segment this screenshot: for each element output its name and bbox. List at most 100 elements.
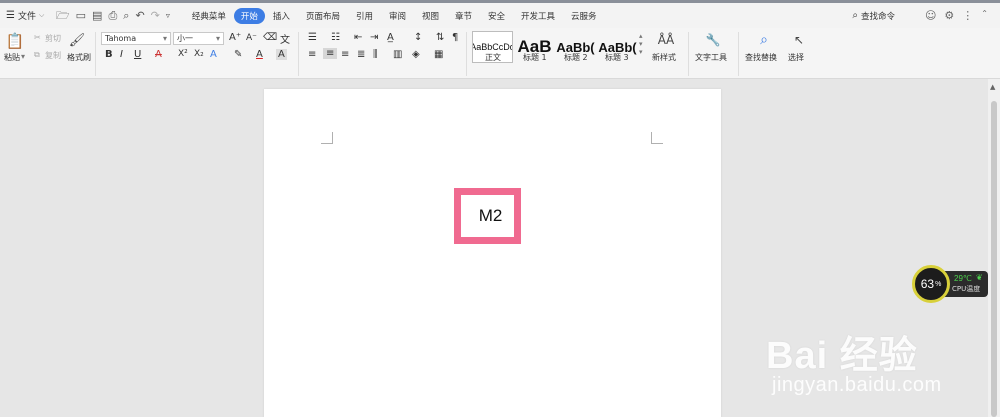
- align-right-icon[interactable]: ≡: [341, 49, 349, 60]
- distribute-icon[interactable]: ⫼: [373, 49, 378, 60]
- settings-gear-icon[interactable]: ⚙: [944, 9, 954, 22]
- scrollbar-thumb[interactable]: [991, 101, 997, 417]
- justify-icon[interactable]: ≣: [357, 49, 365, 60]
- new-style-icon[interactable]: ÅÅ: [656, 32, 676, 48]
- redo-icon[interactable]: ↷: [151, 10, 160, 21]
- tab-review[interactable]: 审阅: [381, 8, 414, 24]
- chevron-down-icon: ⌵: [38, 11, 45, 19]
- margin-mark-top-left: [321, 132, 333, 144]
- increase-indent-icon[interactable]: ⇥: [370, 32, 378, 43]
- tab-references[interactable]: 引用: [348, 8, 381, 24]
- file-menu[interactable]: ☰ 文件 ⌵: [0, 9, 52, 22]
- tab-page-layout[interactable]: 页面布局: [298, 8, 348, 24]
- leaf-icon: ❦: [976, 273, 983, 282]
- bold-icon[interactable]: B: [105, 49, 113, 60]
- cut-icon[interactable]: ✂: [34, 33, 41, 42]
- shrink-font-icon[interactable]: A⁻: [246, 33, 257, 43]
- clear-format-icon[interactable]: ⌫: [263, 32, 277, 43]
- copy-label[interactable]: 复制: [45, 50, 61, 61]
- tab-classic-menu[interactable]: 经典菜单: [184, 8, 234, 24]
- search-command-label: 查找命令: [860, 11, 895, 22]
- scroll-up-icon[interactable]: ▲: [990, 83, 995, 91]
- tab-view[interactable]: 视图: [414, 8, 447, 24]
- select-label[interactable]: 选择: [788, 52, 804, 63]
- document-text[interactable]: M2: [479, 206, 503, 226]
- menu-bar: ☰ 文件 ⌵ 🗁 ▭ ▤ ⎙ ⌕ ↶ ↷ ▿ 经典菜单 开始 插入 页面布局 引…: [0, 0, 1000, 28]
- style-normal-preview: AaBbCcDd: [472, 42, 513, 52]
- paste-label[interactable]: 粘贴: [4, 52, 20, 63]
- print-icon[interactable]: ⎙: [108, 10, 117, 21]
- print-preview-icon[interactable]: ⌕: [123, 10, 129, 21]
- save-icon[interactable]: ▭: [76, 10, 86, 21]
- collapse-ribbon-icon[interactable]: ⌃: [981, 9, 988, 22]
- undo-icon[interactable]: ↶: [135, 10, 144, 21]
- ribbon-home: 📋 粘贴 ▾ ✂ 剪切 ⧉ 复制 🖌 格式刷 Tahoma ▾ 小一 ▾ A⁺ …: [0, 28, 1000, 79]
- font-size-select[interactable]: 小一 ▾: [173, 32, 224, 45]
- search-command[interactable]: ⌕ 查找命令: [852, 10, 895, 22]
- open-folder-icon[interactable]: 🗁: [56, 10, 70, 21]
- tab-insert[interactable]: 插入: [265, 8, 298, 24]
- align-center-icon[interactable]: ≡: [323, 48, 338, 59]
- bullet-list-icon[interactable]: ☰: [308, 32, 317, 43]
- cut-label[interactable]: 剪切: [45, 33, 61, 44]
- format-painter-icon[interactable]: 🖌: [69, 32, 86, 48]
- char-shading-icon[interactable]: A: [276, 49, 287, 60]
- cpu-usage-ring: 63%: [912, 265, 950, 303]
- customize-icon[interactable]: ▿: [166, 10, 170, 21]
- skin-icon[interactable]: ☺: [925, 9, 936, 22]
- styles-scroll-icon[interactable]: ▴ ▾ ▾: [639, 32, 643, 56]
- underline-icon[interactable]: U: [134, 49, 141, 60]
- tab-home[interactable]: 开始: [233, 7, 265, 24]
- tab-developer[interactable]: 开发工具: [513, 8, 563, 24]
- margin-mark-top-right: [651, 132, 663, 144]
- phonetic-guide-icon[interactable]: 文: [280, 31, 290, 46]
- strikethrough-icon[interactable]: A: [155, 49, 162, 60]
- font-name-select[interactable]: Tahoma ▾: [101, 32, 171, 45]
- tab-cloud-service[interactable]: 云服务: [563, 8, 605, 24]
- style-normal-label: 正文: [485, 53, 501, 62]
- line-spacing-icon[interactable]: ↕: [414, 32, 422, 43]
- find-replace-icon[interactable]: ⌕: [755, 31, 773, 49]
- shading-icon[interactable]: ◈: [412, 49, 420, 60]
- export-pdf-icon[interactable]: ▤: [92, 10, 102, 21]
- italic-icon[interactable]: I: [120, 49, 123, 60]
- new-style-label[interactable]: 新样式: [652, 52, 676, 63]
- numbered-list-icon[interactable]: ☷: [331, 32, 340, 43]
- quick-access-toolbar: 🗁 ▭ ▤ ⎙ ⌕ ↶ ↷ ▿: [56, 10, 170, 21]
- cpu-monitor-widget[interactable]: 29℃ ❦ CPU温度 63%: [912, 265, 988, 303]
- borders-icon[interactable]: ▦: [434, 49, 443, 60]
- style-heading-1-label: 标题 1: [523, 53, 547, 62]
- grow-font-icon[interactable]: A⁺: [229, 32, 241, 43]
- align-left-icon[interactable]: ≡: [308, 49, 316, 60]
- paste-icon[interactable]: 📋: [6, 32, 25, 50]
- highlight-icon[interactable]: ✎: [234, 49, 242, 60]
- format-painter-label[interactable]: 格式刷: [67, 52, 91, 63]
- decrease-indent-icon[interactable]: ⇤: [354, 32, 362, 43]
- text-effect-icon[interactable]: A: [210, 49, 217, 60]
- chevron-down-icon: ▾: [162, 34, 167, 43]
- chevron-down-icon: ▾: [215, 34, 220, 43]
- font-color-icon[interactable]: A: [256, 49, 263, 60]
- cpu-temp-label: CPU温度: [952, 285, 981, 293]
- select-cursor-icon[interactable]: ↖: [791, 32, 807, 48]
- text-tools-label[interactable]: 文字工具: [695, 52, 727, 63]
- subscript-icon[interactable]: X₂: [194, 49, 204, 59]
- ribbon-tabs: 经典菜单 开始 插入 页面布局 引用 审阅 视图 章节 安全 开发工具 云服务: [184, 7, 605, 24]
- tab-security[interactable]: 安全: [480, 8, 513, 24]
- find-replace-label[interactable]: 查找替换: [745, 52, 777, 63]
- cpu-temp-value: 29℃: [954, 274, 972, 283]
- chinese-layout-icon[interactable]: A̲: [387, 32, 394, 43]
- watermark-url: jingyan.baidu.com: [772, 374, 942, 396]
- more-options-icon[interactable]: ⋮: [962, 9, 973, 22]
- superscript-icon[interactable]: X²: [178, 49, 188, 59]
- file-menu-label: 文件: [17, 12, 36, 22]
- text-tools-icon[interactable]: 🔧: [704, 32, 722, 48]
- document-page[interactable]: M2: [264, 89, 721, 417]
- show-marks-icon[interactable]: ¶: [452, 32, 458, 43]
- copy-icon[interactable]: ⧉: [34, 50, 40, 60]
- sort-icon[interactable]: ⇅: [436, 32, 444, 43]
- tab-chapter[interactable]: 章节: [447, 8, 480, 24]
- columns-icon[interactable]: ▥: [393, 49, 402, 60]
- paste-dropdown-icon[interactable]: ▾: [21, 52, 25, 61]
- font-name-value: Tahoma: [105, 34, 137, 43]
